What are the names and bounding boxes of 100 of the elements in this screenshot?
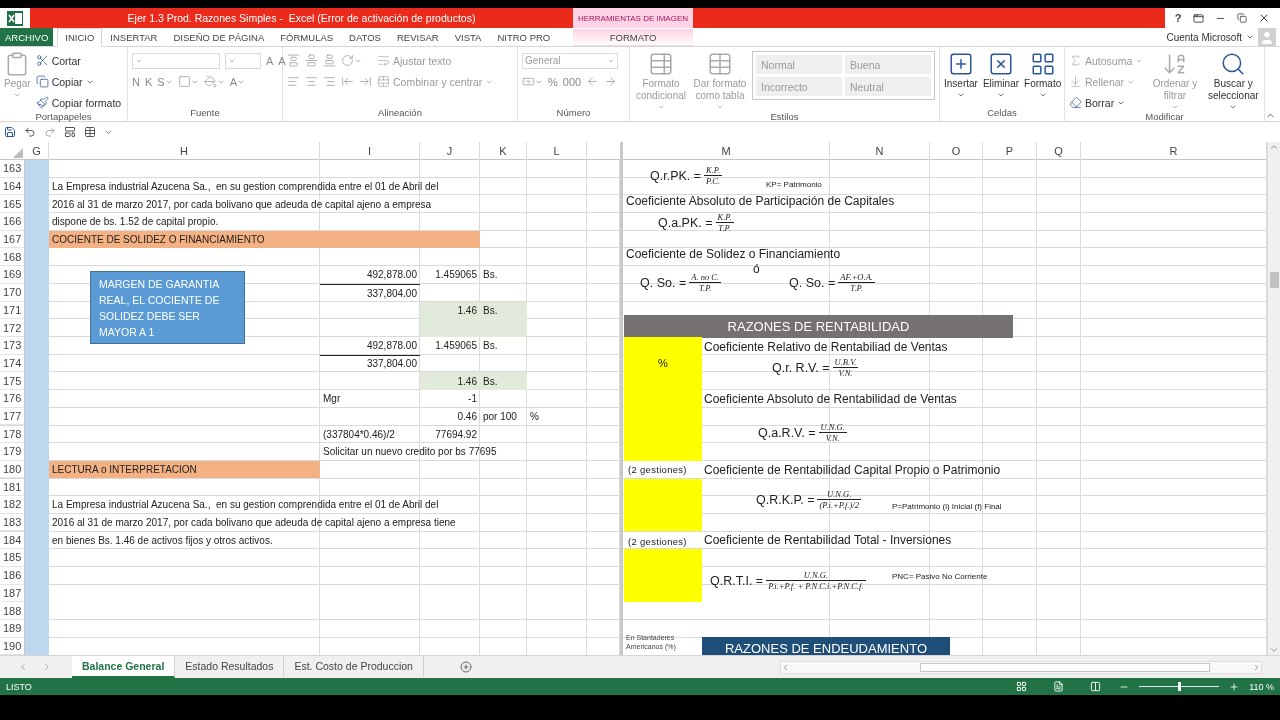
ribbon-tab[interactable]: FORMATO [573,28,693,46]
align-right-icon [323,75,336,88]
outdent-icon [341,75,354,88]
horizontal-scrollbar[interactable] [780,660,1262,674]
caret-icon [996,91,1005,99]
page-layout-icon[interactable] [1053,681,1065,692]
account-menu[interactable]: Cuenta Microsoft [1166,31,1242,43]
table-cell: 337,804.00 [366,358,417,370]
formula-label: Q.r.PK. = [650,168,702,183]
table-cell: % [530,410,539,422]
ribbon-button[interactable]: Borrar [1069,96,1126,109]
column-header[interactable]: P [983,142,1037,160]
wrap-text-icon [377,54,390,67]
column-header[interactable]: I [320,142,420,160]
scroll-thumb[interactable] [1269,272,1279,288]
help-button[interactable]: ? [1174,12,1182,24]
sigma-icon [1069,54,1082,67]
column-header[interactable]: N [830,142,930,160]
paint-bucket-icon [203,75,217,88]
ribbon-button[interactable]: Buscar y seleccionar [1206,49,1260,111]
formula-numerator: A. no C. [690,272,721,282]
column-header[interactable]: H [49,142,320,160]
table-cell: 0.46 [457,410,477,422]
formula-denominator: P.C. [705,176,722,186]
note-text: KP= Patrimonio [766,180,822,189]
caret-icon [13,91,22,99]
sheet-tab[interactable]: Balance General [72,656,176,678]
ribbon-button[interactable]: Copiar formato [35,96,122,109]
table-cell: 2016 al 31 de marzo 2017, por cada bolivano que adeuda de capital ajeno a empresa tiene [52,517,456,529]
align-bottom-icon [323,54,336,67]
group-label: Estilos [769,111,800,122]
zoom-in-icon[interactable] [1229,681,1240,692]
table-cell: LECTURA o INTERPRETACION [52,464,197,476]
heading-text: ó [753,262,760,276]
zoom-level[interactable]: 110 % [1249,681,1274,692]
column-header[interactable]: O [930,142,983,160]
form-icon[interactable] [64,126,76,138]
column-header[interactable]: L [527,142,587,160]
column-header[interactable]: K [480,142,527,160]
scroll-up-icon[interactable] [1269,142,1279,152]
heading-text: Coeficiente Absoluto de Participación de Capitales [626,194,895,208]
save-icon[interactable] [4,126,16,138]
select-all-icon[interactable] [13,148,23,158]
ribbon-button[interactable]: Cortar [35,54,81,67]
table-cell: COCIENTE DE SOLIDEZ O FINANCIAMIENTO [52,234,265,246]
ribbon-tab[interactable]: INICIO [57,28,103,47]
group-label: Número [555,107,592,120]
caret-icon [657,103,665,111]
formula-numerator: U.N.G. [826,489,853,499]
next-sheet-icon[interactable] [42,662,52,672]
column-header[interactable]: J [420,142,480,160]
delete-icon [987,51,1014,77]
formula-label: Q.r. R.V. = [772,360,830,375]
group-label: Fuente [189,107,221,120]
table-cell: Bs. [483,340,498,352]
formula-denominator: V.N. [837,368,854,378]
table-icon[interactable] [84,126,96,138]
format-icon [1029,51,1056,77]
table-cell: 77694.92 [435,428,477,440]
formula-denominator: P.i.+P.f. + P.N.C.i.+P.N.C.f. [767,581,865,591]
paintbrush-icon [35,96,49,109]
indent-icon [359,75,372,88]
ribbon-button[interactable]: Insertar [944,49,978,99]
restore-icon[interactable] [1237,13,1248,23]
previous-sheet-icon[interactable] [18,662,28,672]
formula-numerator: K.P. [716,212,733,222]
align-top-icon [287,54,300,67]
scroll-left-icon[interactable] [781,662,790,672]
redo-icon[interactable] [44,126,56,138]
table-cell: -1 [468,393,477,405]
note-text: PNC= Pasivo No Corriente [892,572,988,581]
formula-label: Q.a.PK. = [658,215,713,230]
note-text: (2 gestiones) [628,536,687,547]
scroll-down-icon[interactable] [1269,645,1279,655]
table-cell: 1.459065 [435,340,477,352]
ribbon-button[interactable]: Copiar [35,75,94,88]
ribbon-display-icon[interactable] [1192,12,1204,24]
column-header[interactable]: Q [1037,142,1081,160]
copy-icon [35,75,49,88]
heading-text: Coeficiente Absoluto de Rentabilidad de Ventas [704,392,957,406]
formula-numerator: U.B.V. [833,357,858,367]
scroll-right-icon[interactable] [1252,662,1261,672]
ribbon-button[interactable]: Eliminar [982,49,1020,99]
ribbon-tab[interactable]: ARCHIVO [0,28,54,46]
scroll-thumb[interactable] [920,662,1210,672]
undo-icon[interactable] [24,126,36,138]
slider-thumb[interactable] [1178,682,1182,691]
normal-view-icon[interactable] [1016,681,1028,692]
group-label: Alineación [377,107,423,120]
table-cell: 492,878.00 [366,340,417,352]
table-cell: (337804*0.46)/2 [323,428,395,440]
page-break-icon[interactable] [1090,681,1102,692]
add-sheet-icon[interactable] [459,661,472,673]
ribbon-button[interactable]: Formato [1024,49,1062,99]
heading-text: Coeficiente de Solidez o Financiamiento [626,247,841,261]
formula-label: Q. So. = [789,275,836,290]
vertical-scrollbar[interactable] [1267,142,1280,655]
formula-label: Q.R.K.P. = [756,492,815,507]
table-icon [707,51,733,77]
table-cell: Bs. [483,269,498,281]
